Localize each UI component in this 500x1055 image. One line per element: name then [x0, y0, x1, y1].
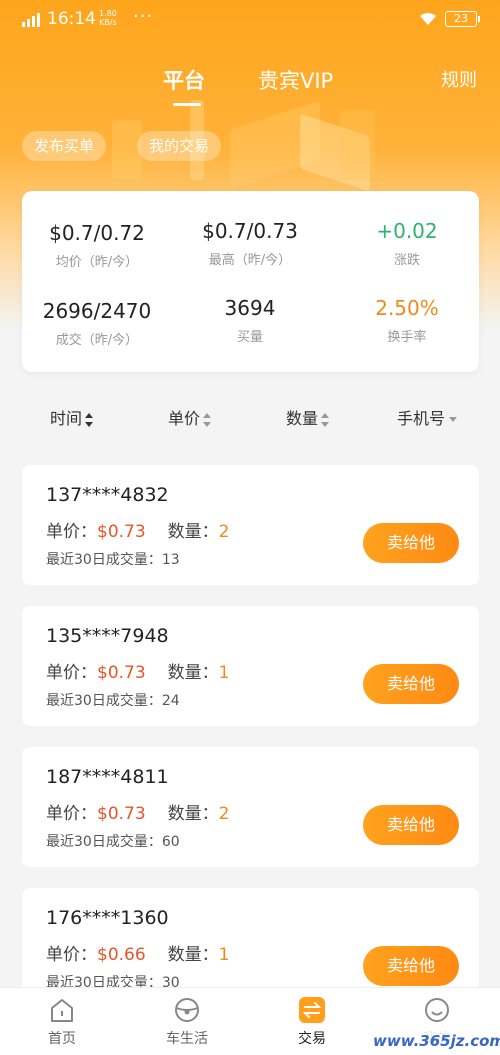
filter-by-phone[interactable]: 手机号: [397, 405, 458, 429]
exchange-icon: [299, 997, 325, 1023]
status-bar: 16:14 1.80 KB/s ··· 23: [0, 0, 500, 40]
active-tab-indicator: [173, 103, 201, 106]
sort-bar: 时间 单价 数量 手机号: [0, 405, 500, 435]
steering-wheel-icon: [175, 998, 199, 1022]
battery-icon: 23: [445, 11, 480, 27]
stat-average-price: $0.7/0.72 均价（昨/今）: [49, 221, 145, 270]
order-price: $0.73: [97, 663, 146, 683]
order-quantity: 1: [218, 945, 230, 965]
tab-platform[interactable]: 平台: [163, 65, 205, 95]
sort-by-time[interactable]: 时间: [50, 405, 94, 429]
my-trades-button[interactable]: 我的交易: [137, 131, 222, 161]
sort-arrows-icon: [321, 412, 330, 427]
order-quantity: 2: [218, 804, 230, 824]
order-price-qty: 单价：$0.73 数量：2: [46, 522, 230, 542]
smiley-icon: [425, 998, 449, 1022]
market-stats-card: $0.7/0.72 均价（昨/今） $0.7/0.73 最高（昨/今） +0.0…: [22, 191, 479, 372]
rules-link[interactable]: 规则: [441, 66, 477, 92]
tab-vip[interactable]: 贵宾VIP: [258, 65, 333, 95]
order-30day-volume: 最近30日成交量：13: [46, 552, 180, 568]
stat-volume: 2696/2470 成交（昨/今）: [42, 299, 152, 348]
nav-trade[interactable]: 交易: [272, 996, 352, 1048]
home-icon: [51, 999, 73, 1022]
sell-to-him-button[interactable]: 卖给他: [363, 523, 459, 563]
order-price: $0.66: [97, 945, 146, 965]
order-quantity: 2: [218, 522, 230, 542]
order-phone: 137****4832: [46, 484, 169, 506]
order-phone: 135****7948: [46, 625, 169, 647]
order-price-qty: 单价：$0.66 数量：1: [46, 945, 230, 965]
more-icon: ···: [133, 6, 154, 27]
order-price: $0.73: [97, 804, 146, 824]
list-item: 137****4832 单价：$0.73 数量：2 最近30日成交量：13 卖给他: [22, 465, 479, 585]
order-30day-volume: 最近30日成交量：24: [46, 693, 180, 709]
stat-change: +0.02 涨跌: [376, 219, 438, 268]
sort-by-quantity[interactable]: 数量: [286, 405, 330, 429]
sort-arrows-icon: [203, 412, 212, 427]
sell-to-him-button[interactable]: 卖给他: [363, 805, 459, 845]
stat-turnover-rate: 2.50% 换手率: [375, 296, 439, 345]
watermark: www.365jz.com: [373, 1027, 500, 1055]
stat-buy-volume: 3694 买量: [224, 296, 276, 345]
wifi-icon: [420, 12, 436, 25]
list-item: 187****4811 单价：$0.73 数量：2 最近30日成交量：60 卖给他: [22, 747, 479, 867]
network-speed: 1.80 KB/s: [99, 9, 117, 27]
dropdown-arrow-icon: [449, 417, 458, 422]
order-phone: 187****4811: [46, 766, 169, 788]
list-item: 135****7948 单价：$0.73 数量：1 最近30日成交量：24 卖给他: [22, 606, 479, 726]
order-30day-volume: 最近30日成交量：60: [46, 834, 180, 850]
order-price-qty: 单价：$0.73 数量：2: [46, 804, 230, 824]
sell-to-him-button[interactable]: 卖给他: [363, 946, 459, 986]
nav-home[interactable]: 首页: [22, 996, 102, 1048]
stat-highest-price: $0.7/0.73 最高（昨/今）: [202, 219, 298, 268]
order-price: $0.73: [97, 522, 146, 542]
order-quantity: 1: [218, 663, 230, 683]
sell-to-him-button[interactable]: 卖给他: [363, 664, 459, 704]
post-buy-order-button[interactable]: 发布买单: [22, 131, 107, 161]
sort-by-price[interactable]: 单价: [168, 405, 212, 429]
sort-arrows-icon: [85, 412, 94, 427]
nav-car-life[interactable]: 车生活: [147, 996, 227, 1048]
signal-icon: [22, 13, 42, 27]
status-time: 16:14: [47, 9, 96, 29]
order-price-qty: 单价：$0.73 数量：1: [46, 663, 230, 683]
order-phone: 176****1360: [46, 907, 169, 929]
